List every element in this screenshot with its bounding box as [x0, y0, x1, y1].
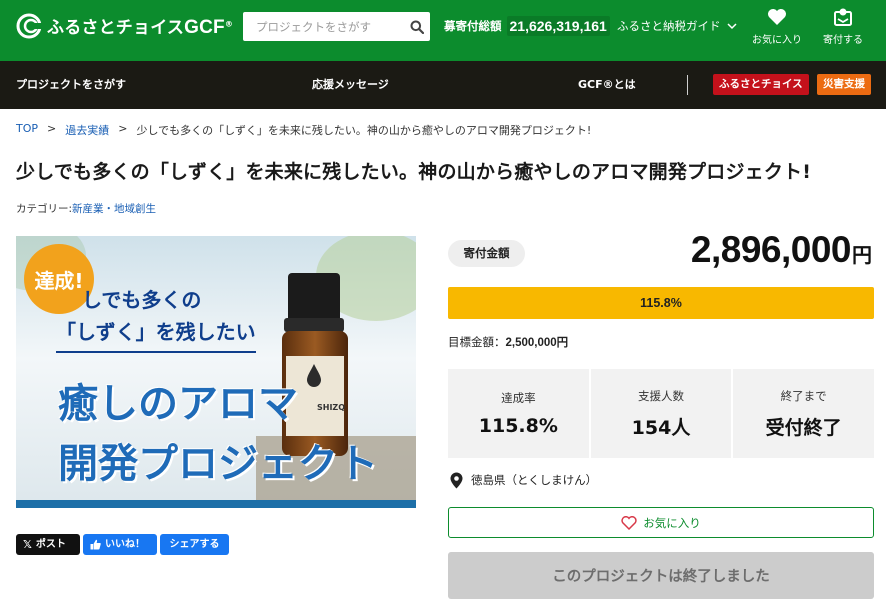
funding-progress-text: 115.8% — [640, 296, 682, 310]
thumbs-up-icon — [90, 539, 101, 550]
donation-amount-unit: 円 — [852, 243, 872, 267]
stat-achievement-rate: 達成率 115.8% — [448, 369, 589, 458]
total-donations-value: 21,626,319,161 — [506, 16, 610, 36]
funding-stats: 達成率 115.8% 支援人数 154人 終了まで 受付終了 — [448, 369, 875, 458]
furusato-guide-label: ふるさと納税ガイド — [617, 19, 721, 33]
x-post-button[interactable]: 𝕏 ポスト — [16, 534, 80, 555]
stat-label: 支援人数 — [638, 388, 684, 403]
stat-value: 154人 — [631, 416, 691, 439]
stat-label: 終了まで — [780, 388, 827, 403]
header-donate-button[interactable]: 寄付する — [818, 8, 868, 46]
total-donations: 募寄付総額 21,626,319,161 — [444, 14, 610, 38]
logo-registered-mark: ® — [224, 19, 234, 29]
hero-text-line2: 「しずく」を残したい — [56, 320, 256, 344]
breadcrumb-separator: > — [47, 122, 57, 135]
breadcrumb-top[interactable]: TOP — [16, 122, 38, 138]
search-icon — [410, 20, 424, 34]
donation-amount-label: 寄付金額 — [448, 240, 525, 267]
stat-label: 達成率 — [501, 391, 536, 405]
total-donations-label: 募寄付総額 — [444, 19, 502, 33]
category-label: カテゴリー: — [16, 203, 73, 215]
breadcrumb-current: 少しでも多くの「しずく」を未来に残したい。神の山から癒やしのアロマ開発プロジェク… — [136, 124, 592, 137]
logo-text: ふるさとチョイスGCF® — [47, 13, 233, 39]
nav-support-messages[interactable]: 応援メッセージ — [312, 61, 389, 109]
location-pin-icon — [450, 472, 463, 488]
hero-heading-line1: 癒しのアロマ — [58, 381, 298, 427]
target-amount-label: 目標金額： — [448, 335, 506, 349]
target-amount: 目標金額：2,500,000円 — [448, 334, 568, 350]
nav-divider — [687, 75, 688, 95]
nav-about-gcf[interactable]: GCF®とは — [578, 61, 636, 109]
disaster-support-button[interactable]: 災害支援 — [817, 74, 871, 95]
bottle-brand-label: SHIZQ — [317, 403, 346, 412]
furusato-choice-button[interactable]: ふるさとチョイス — [713, 74, 809, 95]
target-amount-value: 2,500,000円 — [505, 337, 569, 349]
search-button[interactable] — [403, 12, 430, 41]
logo-text-gcf: GCF — [184, 17, 225, 38]
donation-amount-value: 2,896,000 — [690, 229, 852, 270]
funding-progress-bar: 115.8% — [448, 287, 874, 319]
heart-outline-icon — [621, 515, 637, 530]
search-input[interactable] — [243, 12, 403, 41]
hero-divider — [56, 351, 256, 353]
like-label: いいね！ — [105, 539, 145, 550]
page-title: 少しでも多くの「しずく」を未来に残したい。神の山から癒やしのアロマ開発プロジェク… — [16, 161, 812, 183]
project-hero-image: 達成! しでも多くの 「しずく」を残したい 癒しのアロマ 開発プロジェクト SH… — [16, 236, 416, 508]
x-post-label: ポスト — [35, 539, 66, 550]
header-favorites-label: お気に入り — [752, 35, 802, 46]
main-nav: プロジェクトをさがす 応援メッセージ GCF®とは ふるさとチョイス 災害支援 — [0, 61, 886, 109]
header-donate-label: 寄付する — [823, 35, 863, 46]
x-logo-icon: 𝕏 — [23, 538, 32, 551]
hero-bottom-bar — [16, 500, 416, 508]
logo-mark-icon — [16, 13, 42, 39]
hero-text-line1: しでも多くの — [82, 288, 202, 312]
heart-icon — [768, 9, 786, 25]
stat-supporters: 支援人数 154人 — [590, 369, 732, 458]
add-favorite-label: お気に入り — [643, 515, 701, 530]
category-link[interactable]: 新産業・地域創生 — [72, 203, 156, 215]
site-logo[interactable]: ふるさとチョイスGCF® — [16, 13, 233, 39]
project-location: 徳島県（とくしまけん） — [450, 470, 597, 490]
nav-find-projects[interactable]: プロジェクトをさがす — [16, 61, 126, 109]
facebook-share-button[interactable]: シェアする — [160, 534, 229, 555]
chevron-down-icon — [726, 22, 737, 29]
donation-box-icon — [834, 8, 852, 26]
stat-value: 115.8% — [478, 415, 558, 437]
stat-value: 受付終了 — [765, 416, 842, 439]
search-box — [243, 12, 430, 41]
breadcrumb: TOP > 過去実績 > 少しでも多くの「しずく」を未来に残したい。神の山から癒… — [16, 122, 591, 138]
furusato-guide-dropdown[interactable]: ふるさと納税ガイド — [617, 18, 737, 34]
location-text: 徳島県（とくしまけん） — [471, 473, 598, 487]
project-category: カテゴリー:新産業・地域創生 — [16, 201, 156, 216]
add-favorite-button[interactable]: お気に入り — [448, 507, 874, 538]
breadcrumb-separator: > — [118, 122, 128, 135]
logo-text-ja: ふるさとチョイス — [47, 18, 185, 38]
stat-time-remaining: 終了まで 受付終了 — [733, 369, 875, 458]
header-favorites-button[interactable]: お気に入り — [750, 8, 804, 46]
donation-amount: 2,896,000円 — [691, 229, 872, 271]
breadcrumb-past-results[interactable]: 過去実績 — [65, 122, 109, 138]
facebook-like-button[interactable]: いいね！ — [83, 534, 157, 555]
project-ended-button[interactable]: このプロジェクトは終了しました — [448, 552, 874, 599]
top-header: ふるさとチョイスGCF® 募寄付総額 21,626,319,161 ふるさと納税… — [0, 0, 886, 61]
hero-heading-line2: 開発プロジェクト — [58, 441, 378, 487]
